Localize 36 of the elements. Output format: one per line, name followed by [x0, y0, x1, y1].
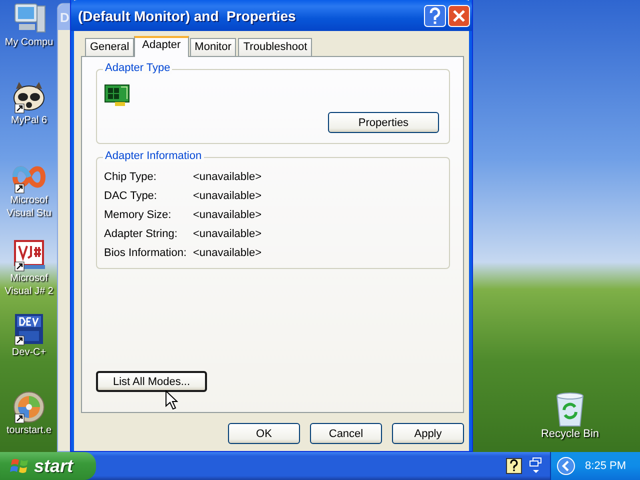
desktop-icon-label[interactable]: My Compu: [4, 36, 54, 49]
list-all-modes-button[interactable]: List All Modes...: [96, 371, 207, 392]
desktop-icon-label[interactable]: Dev-C+: [12, 346, 46, 359]
properties-button[interactable]: Properties: [328, 112, 439, 133]
clock: 8:25 PM: [585, 460, 626, 472]
field-label: Memory Size:: [104, 208, 172, 222]
field-value: <unavailable>: [193, 189, 263, 203]
field-value: <unavailable>: [193, 208, 263, 222]
mouse-pointer-icon[interactable]: [165, 390, 178, 410]
field-value: <unavailable>: [193, 227, 263, 241]
field-label: Chip Type:: [104, 170, 158, 184]
window-switch-icon[interactable]: [529, 457, 544, 475]
windows-logo-icon[interactable]: [10, 457, 30, 475]
dialog-button[interactable]: Apply: [392, 423, 464, 444]
field-value: <unavailable>: [193, 246, 263, 260]
help-icon[interactable]: [506, 458, 522, 474]
field-label: Adapter String:: [104, 227, 178, 241]
window-title: (Default Monitor) and Properties: [78, 8, 296, 24]
tab[interactable]: Troubleshoot: [238, 38, 312, 56]
desktop-icon-label[interactable]: Recycle Bin: [540, 428, 600, 441]
field-label: Bios Information:: [104, 246, 188, 260]
tab[interactable]: General: [85, 38, 134, 56]
chevron-icon[interactable]: [557, 457, 576, 475]
dialog-button[interactable]: OK: [228, 423, 300, 444]
graphics-card-icon[interactable]: [104, 82, 132, 108]
start-button[interactable]: start: [0, 452, 96, 480]
group-title: Adapter Type: [103, 62, 172, 74]
field-label: DAC Type:: [104, 189, 158, 203]
field-value: <unavailable>: [193, 170, 263, 184]
window-title: D: [60, 10, 70, 24]
tab[interactable]: Monitor: [190, 38, 236, 56]
dialog-button[interactable]: Cancel: [310, 423, 382, 444]
tab[interactable]: Adapter: [134, 36, 189, 57]
desktop-icon-label[interactable]: tourstart.e: [6, 424, 52, 437]
close-icon[interactable]: [448, 4, 470, 26]
group-title: Adapter Information: [103, 150, 204, 162]
